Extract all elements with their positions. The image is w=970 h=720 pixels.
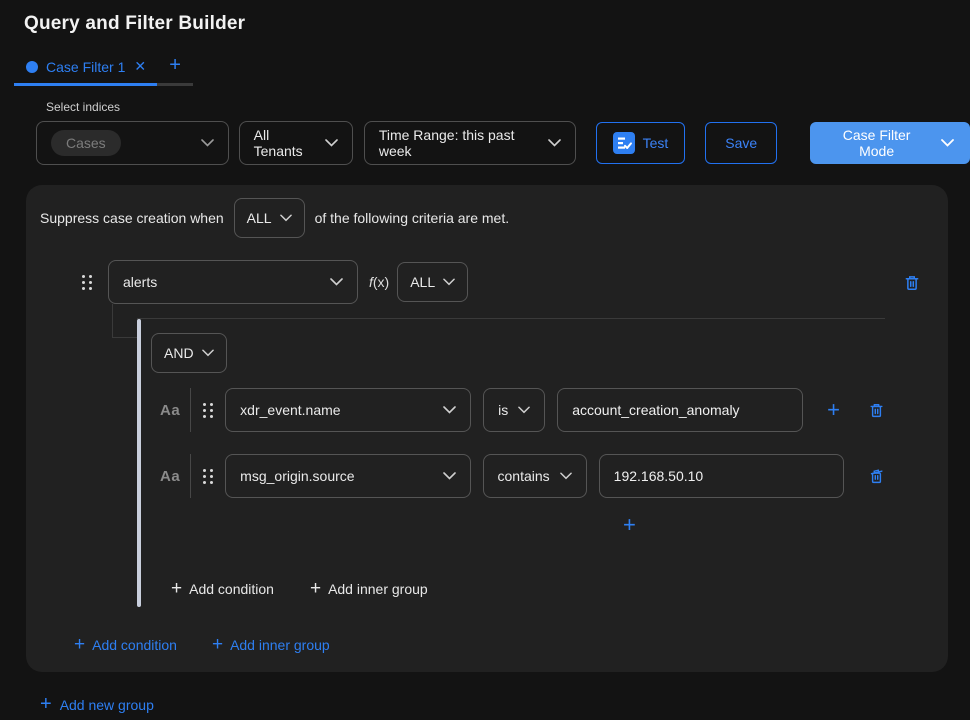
filter-group-panel: Suppress case creation when ALL of the f… bbox=[26, 185, 948, 672]
suppress-text-suffix: of the following criteria are met. bbox=[315, 210, 510, 226]
select-indices-label: Select indices bbox=[46, 100, 970, 114]
add-new-group-button[interactable]: + Add new group bbox=[40, 693, 154, 716]
delete-condition-button[interactable] bbox=[868, 401, 885, 419]
save-button[interactable]: Save bbox=[705, 122, 777, 164]
condition-operator-value: contains bbox=[498, 468, 550, 484]
condition-operator-select[interactable]: is bbox=[483, 388, 545, 432]
chevron-down-icon bbox=[330, 278, 343, 286]
delete-group-button[interactable] bbox=[903, 273, 921, 292]
drag-handle-icon[interactable] bbox=[82, 275, 92, 290]
chevron-down-icon bbox=[518, 406, 530, 414]
chevron-down-icon bbox=[202, 349, 214, 357]
test-checklist-icon bbox=[613, 132, 635, 154]
add-inner-group-button[interactable]: + Add inner group bbox=[212, 634, 330, 656]
inner-group-container: AND Aa xdr_event.name is + bbox=[137, 318, 885, 606]
indices-select[interactable]: Cases bbox=[36, 121, 229, 165]
add-tab-button[interactable]: + bbox=[157, 54, 193, 86]
add-condition-button[interactable]: + Add condition bbox=[74, 634, 177, 656]
case-sensitivity-toggle[interactable]: Aa bbox=[160, 402, 180, 419]
fx-function-label: f(x) bbox=[369, 274, 389, 290]
condition-value-input[interactable] bbox=[599, 454, 844, 498]
condition-operator-select[interactable]: contains bbox=[483, 454, 587, 498]
add-inner-group-button[interactable]: + Add inner group bbox=[310, 578, 428, 600]
add-condition-button[interactable]: + Add condition bbox=[171, 578, 274, 600]
group-field-value: alerts bbox=[123, 274, 157, 290]
inner-logic-select[interactable]: AND bbox=[151, 333, 227, 373]
plus-icon: + bbox=[310, 578, 321, 600]
condition-operator-value: is bbox=[498, 402, 508, 418]
add-new-group-label: Add new group bbox=[60, 697, 154, 713]
suppress-operator-value: ALL bbox=[247, 210, 272, 226]
save-button-label: Save bbox=[725, 135, 757, 151]
suppress-rule-row: Suppress case creation when ALL of the f… bbox=[40, 198, 924, 238]
drag-handle-icon[interactable] bbox=[203, 403, 213, 418]
time-range-value: Time Range: this past week bbox=[379, 127, 538, 159]
chevron-down-icon bbox=[325, 139, 338, 147]
chevron-down-icon bbox=[443, 278, 455, 286]
chevron-down-icon bbox=[548, 139, 561, 147]
trash-open-icon bbox=[868, 467, 885, 485]
add-inner-group-label: Add inner group bbox=[230, 637, 330, 653]
chevron-down-icon bbox=[941, 139, 954, 147]
toolbar: Cases All Tenants Time Range: this past … bbox=[36, 121, 970, 165]
tab-label: Case Filter 1 bbox=[46, 59, 125, 75]
tab-bar: Case Filter 1 ✕ + bbox=[14, 53, 970, 86]
test-button[interactable]: Test bbox=[596, 122, 686, 164]
group-actions: + Add condition + Add inner group bbox=[74, 634, 330, 656]
indices-chip: Cases bbox=[51, 130, 121, 156]
suppress-operator-select[interactable]: ALL bbox=[234, 198, 305, 238]
case-filter-mode-label: Case Filter Mode bbox=[826, 127, 927, 159]
add-value-button[interactable]: + bbox=[823, 397, 844, 423]
inner-group-actions: + Add condition + Add inner group bbox=[171, 578, 885, 600]
group-operator-value: ALL bbox=[410, 274, 435, 290]
add-condition-label: Add condition bbox=[189, 581, 274, 597]
condition-row: Aa xdr_event.name is + bbox=[160, 388, 885, 432]
test-button-label: Test bbox=[643, 135, 669, 151]
suppress-text-prefix: Suppress case creation when bbox=[40, 210, 224, 226]
plus-icon: + bbox=[40, 693, 52, 716]
tab-case-filter-1[interactable]: Case Filter 1 ✕ bbox=[14, 58, 157, 86]
condition-value-input[interactable] bbox=[557, 388, 803, 432]
divider bbox=[190, 454, 191, 498]
case-sensitivity-toggle[interactable]: Aa bbox=[160, 468, 180, 485]
tab-close-icon[interactable]: ✕ bbox=[133, 58, 147, 75]
drag-handle-icon[interactable] bbox=[203, 469, 213, 484]
plus-icon: + bbox=[171, 578, 182, 600]
group-header-row: alerts f(x) ALL bbox=[82, 260, 924, 304]
case-filter-mode-button[interactable]: Case Filter Mode bbox=[810, 122, 970, 164]
condition-field-select[interactable]: msg_origin.source bbox=[225, 454, 470, 498]
inner-logic-value: AND bbox=[164, 345, 194, 361]
divider bbox=[190, 388, 191, 432]
trash-icon bbox=[903, 273, 921, 292]
condition-row: Aa msg_origin.source contains bbox=[160, 454, 885, 498]
chevron-down-icon bbox=[560, 472, 572, 480]
page-title: Query and Filter Builder bbox=[0, 0, 970, 35]
group-indent-bar bbox=[137, 319, 141, 607]
chevron-down-icon bbox=[443, 472, 456, 480]
group-operator-select[interactable]: ALL bbox=[397, 262, 468, 302]
condition-field-select[interactable]: xdr_event.name bbox=[225, 388, 471, 432]
group-field-select[interactable]: alerts bbox=[108, 260, 358, 304]
group-connector-line bbox=[112, 304, 137, 338]
chevron-down-icon bbox=[201, 139, 214, 147]
plus-icon: + bbox=[212, 634, 223, 656]
chevron-down-icon bbox=[443, 406, 456, 414]
chevron-down-icon bbox=[280, 214, 292, 222]
tab-status-dot-icon bbox=[26, 61, 38, 73]
plus-icon: + bbox=[74, 634, 85, 656]
add-condition-label: Add condition bbox=[92, 637, 177, 653]
condition-field-value: xdr_event.name bbox=[240, 402, 340, 418]
condition-field-value: msg_origin.source bbox=[240, 468, 354, 484]
tenants-value: All Tenants bbox=[254, 127, 315, 159]
delete-condition-button[interactable] bbox=[868, 467, 885, 485]
add-inner-group-label: Add inner group bbox=[328, 581, 428, 597]
trash-icon bbox=[868, 401, 885, 419]
time-range-select[interactable]: Time Range: this past week bbox=[364, 121, 576, 165]
tenants-select[interactable]: All Tenants bbox=[239, 121, 353, 165]
add-condition-below-button[interactable]: + bbox=[619, 512, 640, 538]
